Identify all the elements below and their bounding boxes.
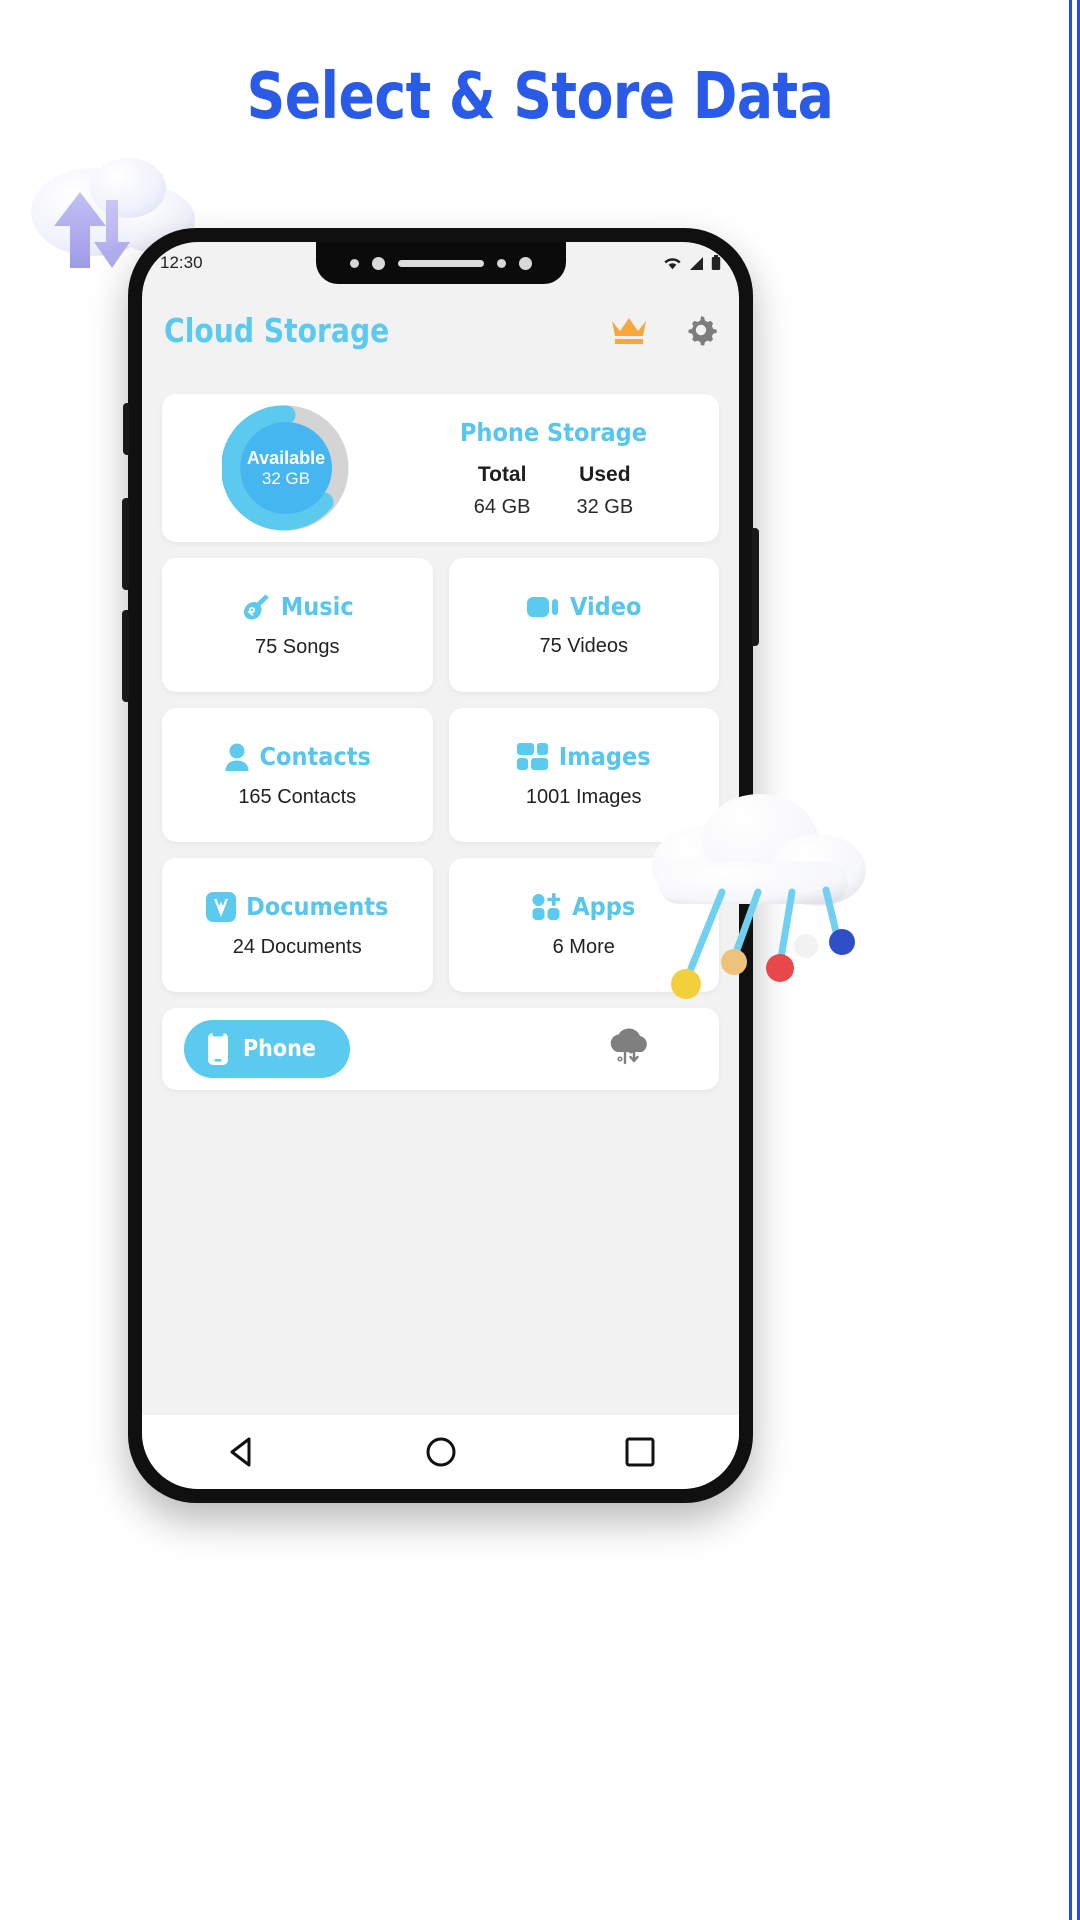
- volume-down-button[interactable]: [122, 610, 129, 702]
- category-count: 75 Songs: [254, 635, 340, 658]
- person-icon: [225, 743, 249, 771]
- square-recents-icon[interactable]: [624, 1436, 656, 1468]
- category-grid: Music 75 Songs Video 75 Videos Contacts …: [162, 558, 719, 992]
- status-icons: [663, 255, 721, 271]
- category-name: Apps: [572, 892, 636, 921]
- document-pen-icon: [206, 891, 237, 922]
- category-head: Documents: [206, 891, 389, 922]
- stat-total: Total 64 GB: [474, 463, 531, 519]
- category-name: Video: [570, 592, 642, 621]
- volume-up-button[interactable]: [122, 498, 129, 590]
- phone-notch: [315, 242, 566, 284]
- earpiece-speaker: [397, 259, 484, 267]
- category-name: Music: [280, 592, 354, 621]
- category-head: Images: [516, 742, 651, 772]
- category-card-video[interactable]: Video 75 Videos: [448, 558, 719, 692]
- stat-used-value: 32 GB: [576, 495, 634, 518]
- donut-center-label: Available 32 GB: [240, 422, 332, 514]
- right-edge-accent-1: [1069, 0, 1072, 1920]
- storage-donut-chart: Available 32 GB: [222, 404, 350, 532]
- crown-icon[interactable]: [609, 315, 649, 345]
- category-card-music[interactable]: Music 75 Songs: [162, 558, 433, 692]
- battery-icon: [711, 255, 721, 270]
- cloud-sync-icon: [610, 1028, 647, 1065]
- sensor-icon: [496, 258, 506, 268]
- circle-home-icon[interactable]: [424, 1435, 458, 1469]
- available-label: Available: [246, 447, 326, 468]
- category-name: Images: [558, 742, 651, 771]
- wifi-icon: [664, 257, 681, 269]
- category-head: Music: [241, 592, 354, 622]
- category-card-images[interactable]: Images 1001 Images: [448, 708, 719, 842]
- video-camera-icon: [527, 596, 558, 617]
- category-count: 6 More: [552, 935, 615, 958]
- category-count: 75 Videos: [539, 635, 629, 657]
- main-content: Available 32 GB Phone Storage Total 64 G…: [142, 376, 739, 1416]
- image-grid-icon: [516, 742, 548, 770]
- category-head: Contacts: [224, 742, 371, 772]
- storage-stats: Total 64 GB Used 32 GB: [402, 463, 705, 519]
- category-count: 1001 Images: [525, 785, 642, 808]
- phone-screen: 12:30 Cloud Storage Available 32 GB Phon…: [142, 242, 739, 1489]
- app-title: Cloud Storage: [164, 310, 390, 350]
- category-name: Contacts: [259, 742, 371, 771]
- category-name: Documents: [246, 892, 389, 921]
- page-title: Select & Store Data: [246, 60, 834, 134]
- category-count: 165 Contacts: [238, 785, 357, 808]
- tab-phone-label: Phone: [243, 1036, 316, 1062]
- category-head: Apps: [532, 892, 635, 922]
- gear-icon[interactable]: [685, 314, 717, 346]
- phone-icon: [208, 1032, 228, 1065]
- front-camera-icon: [371, 256, 385, 270]
- category-head: Video: [526, 592, 641, 621]
- status-time: 12:30: [160, 253, 203, 272]
- stat-total-value: 64 GB: [473, 495, 531, 518]
- category-card-contacts[interactable]: Contacts 165 Contacts: [162, 708, 433, 842]
- android-nav-bar: [142, 1415, 739, 1489]
- category-count: 24 Documents: [232, 935, 362, 958]
- storage-summary-card[interactable]: Available 32 GB Phone Storage Total 64 G…: [162, 394, 719, 542]
- stat-total-key: Total: [477, 462, 527, 486]
- storage-info: Phone Storage Total 64 GB Used 32 GB: [402, 418, 711, 519]
- signal-icon: [690, 256, 703, 270]
- stat-used-key: Used: [579, 462, 631, 486]
- stat-used: Used 32 GB: [577, 463, 634, 519]
- phone-mockup: 12:30 Cloud Storage Available 32 GB Phon…: [122, 228, 759, 1503]
- available-value: 32 GB: [261, 468, 311, 488]
- storage-donut-wrap: Available 32 GB: [170, 404, 402, 532]
- storage-heading: Phone Storage: [459, 417, 648, 447]
- category-card-documents[interactable]: Documents 24 Documents: [162, 858, 433, 992]
- front-camera-icon: [518, 256, 532, 270]
- power-button[interactable]: [752, 528, 759, 646]
- bottom-tab-bar: Phone: [162, 1008, 719, 1090]
- category-card-apps[interactable]: Apps 6 More: [448, 858, 719, 992]
- guitar-icon: [243, 593, 269, 619]
- tab-cloud[interactable]: [605, 1028, 697, 1070]
- apps-plus-icon: [532, 892, 561, 920]
- sensor-icon: [349, 258, 359, 268]
- app-bar: Cloud Storage: [142, 284, 739, 376]
- tab-phone[interactable]: Phone: [184, 1020, 350, 1078]
- app-bar-actions: [609, 314, 717, 346]
- triangle-back-icon[interactable]: [225, 1435, 259, 1469]
